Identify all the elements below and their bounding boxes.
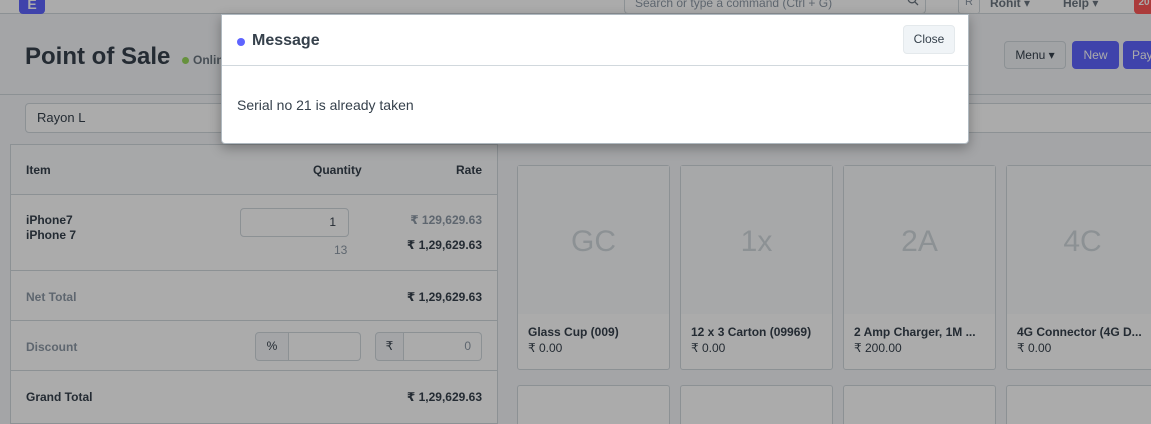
- modal-title: Message: [252, 32, 320, 49]
- modal-header: Message Close: [222, 15, 968, 66]
- modal-message: Serial no 21 is already taken: [237, 97, 414, 113]
- message-dialog: Message Close Serial no 21 is already ta…: [221, 14, 969, 144]
- indicator-dot-icon: [237, 38, 245, 46]
- close-button[interactable]: Close: [903, 25, 955, 54]
